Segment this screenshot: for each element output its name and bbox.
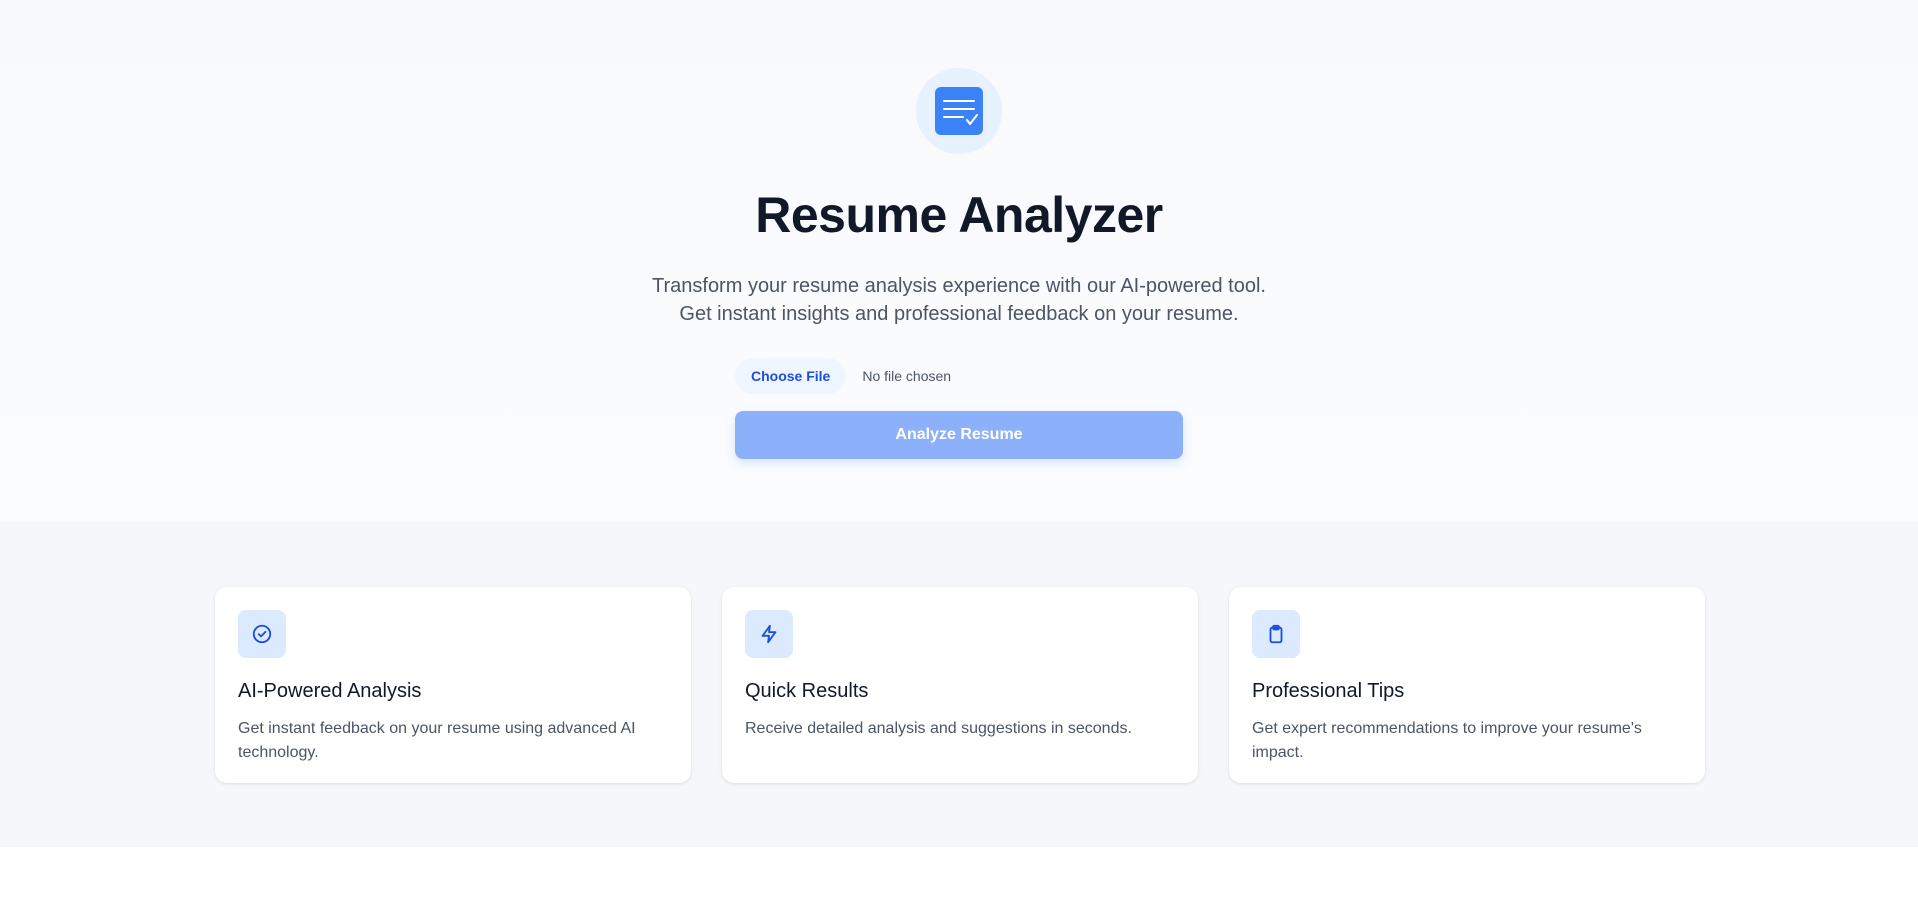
logo-badge bbox=[916, 68, 1002, 154]
subtitle-line-1: Transform your resume analysis experienc… bbox=[652, 275, 1266, 297]
hero-section: Resume Analyzer Transform your resume an… bbox=[0, 0, 1918, 522]
subtitle-line-2: Get instant insights and professional fe… bbox=[679, 303, 1239, 325]
features-section: AI-Powered Analysis Get instant feedback… bbox=[0, 522, 1918, 847]
lightning-bolt-icon bbox=[745, 610, 793, 658]
feature-title: Quick Results bbox=[745, 680, 869, 702]
choose-file-button[interactable]: Choose File bbox=[735, 358, 847, 394]
feature-title: AI-Powered Analysis bbox=[238, 680, 422, 702]
feature-card-ai-analysis: AI-Powered Analysis Get instant feedback… bbox=[215, 587, 691, 783]
feature-description: Get instant feedback on your resume usin… bbox=[238, 720, 636, 761]
feature-description: Receive detailed analysis and suggestion… bbox=[745, 720, 1132, 737]
page-title: Resume Analyzer bbox=[755, 187, 1163, 243]
file-input[interactable]: Choose File No file chosen bbox=[735, 358, 951, 394]
check-circle-icon bbox=[238, 610, 286, 658]
clipboard-icon bbox=[1252, 610, 1300, 658]
feature-title: Professional Tips bbox=[1252, 680, 1405, 702]
feature-card-professional-tips: Professional Tips Get expert recommendat… bbox=[1229, 587, 1705, 783]
feature-description: Get expert recommendations to improve yo… bbox=[1252, 720, 1642, 761]
page-subtitle: Transform your resume analysis experienc… bbox=[0, 272, 1918, 328]
file-status-text: No file chosen bbox=[862, 368, 952, 384]
feature-card-quick-results: Quick Results Receive detailed analysis … bbox=[722, 587, 1198, 783]
resume-document-check-icon bbox=[935, 87, 983, 135]
analyze-resume-button[interactable]: Analyze Resume bbox=[735, 411, 1183, 459]
